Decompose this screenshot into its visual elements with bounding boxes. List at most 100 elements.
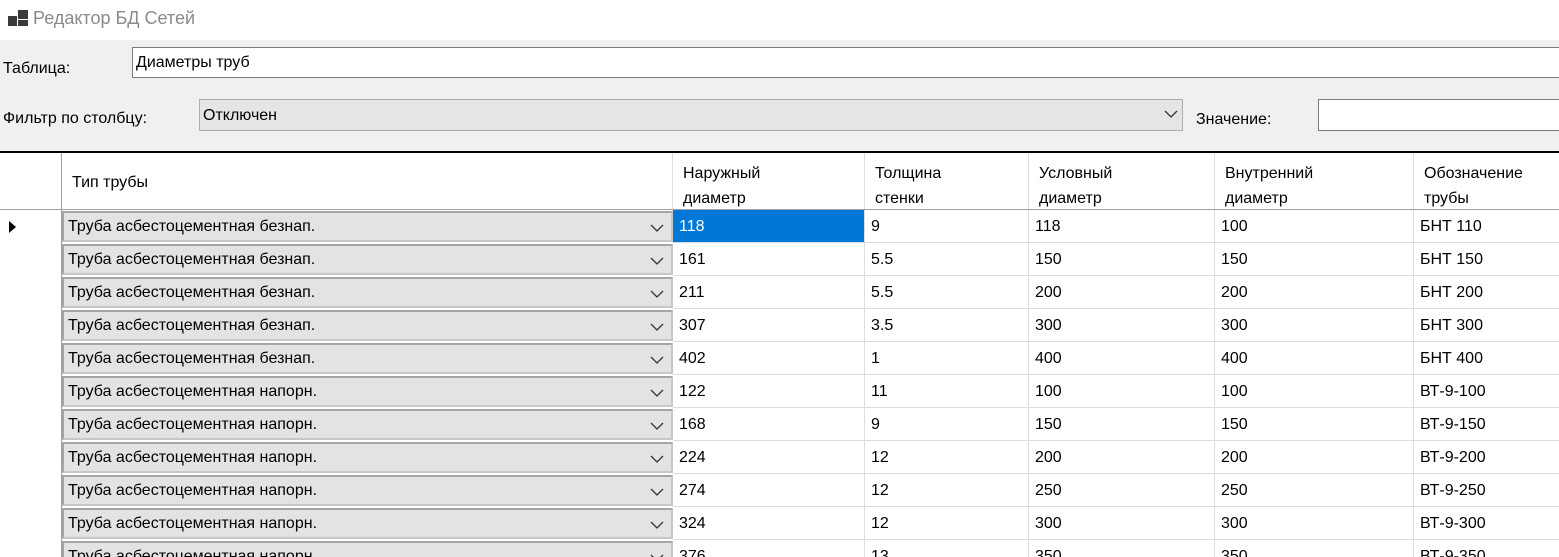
designation-cell[interactable]: ВТ-9-100: [1414, 375, 1559, 408]
chevron-down-icon[interactable]: [650, 388, 664, 398]
table-name-field[interactable]: Диаметры труб: [132, 47, 1559, 78]
row-header[interactable]: [0, 408, 62, 441]
designation-cell[interactable]: ВТ-9-150: [1414, 408, 1559, 441]
nominal-diameter-cell[interactable]: 200: [1029, 441, 1215, 474]
outer-diameter-cell[interactable]: 324: [673, 507, 865, 540]
wall-thickness-cell[interactable]: 9: [865, 210, 1029, 243]
nominal-diameter-cell[interactable]: 350: [1029, 540, 1215, 557]
chevron-down-icon[interactable]: [1164, 109, 1178, 119]
chevron-down-icon[interactable]: [650, 289, 664, 299]
pipe-type-combo[interactable]: Труба асбестоцементная безнап.: [62, 343, 673, 374]
table-row[interactable]: Труба асбестоцементная напорн. 274 12 250 25…: [0, 474, 1559, 507]
chevron-down-icon[interactable]: [650, 454, 664, 464]
filter-column-select[interactable]: Отключен: [199, 99, 1183, 131]
inner-diameter-cell[interactable]: 150: [1215, 408, 1414, 441]
wall-thickness-cell[interactable]: 12: [865, 507, 1029, 540]
column-header-wall-thickness[interactable]: Толщина стенки: [865, 153, 1029, 209]
pipe-type-combo[interactable]: Труба асбестоцементная напорн.: [62, 376, 673, 407]
row-header[interactable]: [0, 276, 62, 309]
pipe-type-combo[interactable]: Труба асбестоцементная напорн.: [62, 541, 673, 557]
pipe-type-combo[interactable]: Труба асбестоцементная напорн.: [62, 442, 673, 473]
outer-diameter-cell[interactable]: 402: [673, 342, 865, 375]
designation-cell[interactable]: БНТ 150: [1414, 243, 1559, 276]
chevron-down-icon[interactable]: [650, 355, 664, 365]
table-row[interactable]: Труба асбестоцементная напорн. 122 11 100 10…: [0, 375, 1559, 408]
table-row[interactable]: Труба асбестоцементная напорн. 324 12 300 30…: [0, 507, 1559, 540]
designation-cell[interactable]: БНТ 200: [1414, 276, 1559, 309]
nominal-diameter-cell[interactable]: 100: [1029, 375, 1215, 408]
outer-diameter-cell[interactable]: 161: [673, 243, 865, 276]
inner-diameter-cell[interactable]: 100: [1215, 375, 1414, 408]
pipe-type-combo[interactable]: Труба асбестоцементная безнап.: [62, 211, 673, 242]
chevron-down-icon[interactable]: [650, 520, 664, 530]
pipe-type-combo[interactable]: Труба асбестоцементная безнап.: [62, 244, 673, 275]
outer-diameter-cell[interactable]: 224: [673, 441, 865, 474]
inner-diameter-cell[interactable]: 250: [1215, 474, 1414, 507]
chevron-down-icon[interactable]: [650, 421, 664, 431]
inner-diameter-cell[interactable]: 200: [1215, 276, 1414, 309]
pipe-type-combo[interactable]: Труба асбестоцементная напорн.: [62, 508, 673, 539]
inner-diameter-cell[interactable]: 300: [1215, 507, 1414, 540]
pipe-type-combo[interactable]: Труба асбестоцементная безнап.: [62, 310, 673, 341]
row-header[interactable]: [0, 540, 62, 557]
inner-diameter-cell[interactable]: 100: [1215, 210, 1414, 243]
wall-thickness-cell[interactable]: 12: [865, 441, 1029, 474]
inner-diameter-cell[interactable]: 300: [1215, 309, 1414, 342]
column-header-outer-diameter[interactable]: Наружный диаметр: [673, 153, 865, 209]
table-row[interactable]: Труба асбестоцементная безнап. 118 9 118 100…: [0, 210, 1559, 243]
row-header[interactable]: [0, 474, 62, 507]
outer-diameter-cell[interactable]: 307: [673, 309, 865, 342]
nominal-diameter-cell[interactable]: 250: [1029, 474, 1215, 507]
row-header[interactable]: [0, 210, 62, 243]
row-header[interactable]: [0, 342, 62, 375]
designation-cell[interactable]: ВТ-9-300: [1414, 507, 1559, 540]
table-row[interactable]: Труба асбестоцементная безнап. 211 5.5 200 2…: [0, 276, 1559, 309]
designation-cell[interactable]: БНТ 110: [1414, 210, 1559, 243]
column-header-nominal-diameter[interactable]: Условный диаметр: [1029, 153, 1215, 209]
inner-diameter-cell[interactable]: 400: [1215, 342, 1414, 375]
chevron-down-icon[interactable]: [650, 256, 664, 266]
wall-thickness-cell[interactable]: 5.5: [865, 276, 1029, 309]
wall-thickness-cell[interactable]: 3.5: [865, 309, 1029, 342]
nominal-diameter-cell[interactable]: 300: [1029, 507, 1215, 540]
designation-cell[interactable]: ВТ-9-250: [1414, 474, 1559, 507]
designation-cell[interactable]: БНТ 400: [1414, 342, 1559, 375]
nominal-diameter-cell[interactable]: 200: [1029, 276, 1215, 309]
column-header-designation[interactable]: Обозначение трубы: [1414, 153, 1559, 209]
outer-diameter-cell[interactable]: 376: [673, 540, 865, 557]
chevron-down-icon[interactable]: [650, 553, 664, 557]
row-header[interactable]: [0, 507, 62, 540]
outer-diameter-cell[interactable]: 274: [673, 474, 865, 507]
row-header[interactable]: [0, 441, 62, 474]
data-grid[interactable]: Тип трубы Наружный диаметр Толщина стенк…: [0, 151, 1559, 557]
table-row[interactable]: Труба асбестоцементная напорн. 376 13 350 35…: [0, 540, 1559, 557]
nominal-diameter-cell[interactable]: 150: [1029, 408, 1215, 441]
wall-thickness-cell[interactable]: 1: [865, 342, 1029, 375]
inner-diameter-cell[interactable]: 350: [1215, 540, 1414, 557]
inner-diameter-cell[interactable]: 150: [1215, 243, 1414, 276]
grid-corner-header[interactable]: [0, 153, 62, 209]
row-header[interactable]: [0, 243, 62, 276]
nominal-diameter-cell[interactable]: 150: [1029, 243, 1215, 276]
chevron-down-icon[interactable]: [650, 322, 664, 332]
pipe-type-combo[interactable]: Труба асбестоцементная безнап.: [62, 277, 673, 308]
pipe-type-combo[interactable]: Труба асбестоцементная напорн.: [62, 409, 673, 440]
wall-thickness-cell[interactable]: 5.5: [865, 243, 1029, 276]
table-row[interactable]: Труба асбестоцементная безнап. 161 5.5 150 1…: [0, 243, 1559, 276]
outer-diameter-cell[interactable]: 118: [673, 210, 865, 243]
inner-diameter-cell[interactable]: 200: [1215, 441, 1414, 474]
designation-cell[interactable]: ВТ-9-200: [1414, 441, 1559, 474]
wall-thickness-cell[interactable]: 12: [865, 474, 1029, 507]
outer-diameter-cell[interactable]: 168: [673, 408, 865, 441]
table-row[interactable]: Труба асбестоцементная напорн. 224 12 200 20…: [0, 441, 1559, 474]
chevron-down-icon[interactable]: [650, 223, 664, 233]
table-row[interactable]: Труба асбестоцементная безнап. 307 3.5 300 3…: [0, 309, 1559, 342]
chevron-down-icon[interactable]: [650, 487, 664, 497]
wall-thickness-cell[interactable]: 13: [865, 540, 1029, 557]
outer-diameter-cell[interactable]: 122: [673, 375, 865, 408]
nominal-diameter-cell[interactable]: 300: [1029, 309, 1215, 342]
table-row[interactable]: Труба асбестоцементная безнап. 402 1 400 400…: [0, 342, 1559, 375]
table-row[interactable]: Труба асбестоцементная напорн. 168 9 150 150…: [0, 408, 1559, 441]
designation-cell[interactable]: ВТ-9-350: [1414, 540, 1559, 557]
wall-thickness-cell[interactable]: 11: [865, 375, 1029, 408]
